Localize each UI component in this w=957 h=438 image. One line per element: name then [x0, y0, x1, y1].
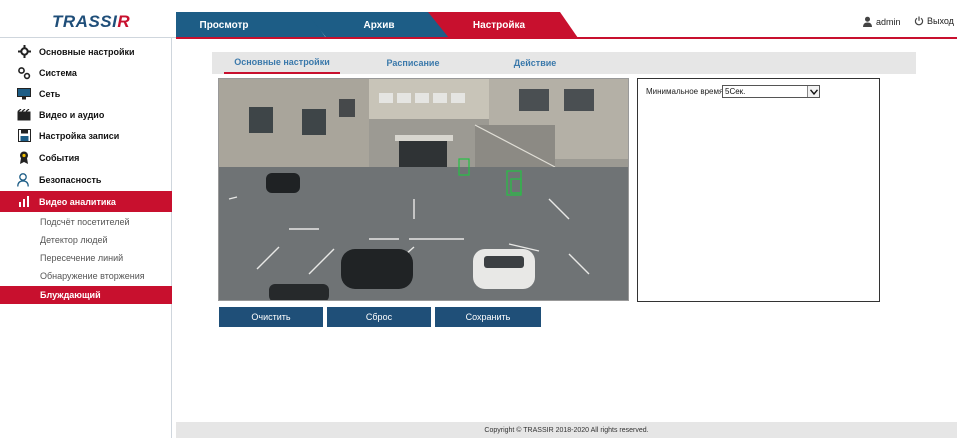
copyright-text: Copyright © TRASSIR 2018-2020 All rights…	[484, 426, 649, 434]
subtab-action[interactable]: Действие	[490, 52, 580, 74]
footer: Copyright © TRASSIR 2018-2020 All rights…	[176, 422, 957, 438]
sidebar-item-label: Настройка записи	[39, 130, 120, 141]
sidebar-item-label: Видео и аудио	[39, 109, 105, 120]
sidebar-item-label: События	[39, 152, 80, 163]
sidebar-subitem-people-detector[interactable]: Детектор людей	[0, 231, 172, 249]
subtabs-bar: Основные настройки Расписание Действие	[212, 52, 916, 74]
subtab-basic-settings[interactable]: Основные настройки	[224, 52, 340, 74]
sidebar-subitem-line-crossing[interactable]: Пересечение линий	[0, 249, 172, 267]
user-menu[interactable]: admin	[862, 16, 901, 27]
app-root: TRASSIR Просмотр Архив Настройка admin В…	[0, 0, 957, 438]
sidebar-item-label: Видео аналитика	[39, 196, 116, 207]
main-content: Основные настройки Расписание Действие М…	[176, 38, 957, 422]
sidebar-subitem-loitering[interactable]: Блуждающий	[0, 286, 172, 304]
sidebar-item-general[interactable]: Основные настройки	[0, 41, 172, 62]
subitem-label: Пересечение линий	[40, 253, 124, 263]
sidebar-item-label: Безопасность	[39, 174, 102, 185]
sidebar-item-video-audio[interactable]: Видео и аудио	[0, 104, 172, 125]
tab-archive[interactable]: Архив	[306, 12, 452, 38]
logout-label: Выход	[927, 16, 954, 26]
logout-button[interactable]: Выход	[914, 16, 954, 26]
events-icon	[17, 151, 31, 165]
network-icon	[17, 87, 31, 101]
min-time-label: Минимальное время	[646, 87, 724, 96]
sidebar-item-label: Система	[39, 67, 77, 78]
video-audio-icon	[17, 108, 31, 122]
gears-icon	[17, 66, 31, 80]
chart-icon	[17, 195, 31, 209]
user-icon	[863, 16, 872, 27]
settings-panel: Минимальное время 5Сек.	[637, 78, 880, 302]
camera-preview[interactable]	[218, 78, 629, 301]
save-icon	[17, 129, 31, 143]
subitem-label: Детектор людей	[40, 235, 108, 245]
save-button[interactable]: Сохранить	[435, 307, 541, 327]
subitem-label: Подсчёт посетителей	[40, 217, 130, 227]
clear-button[interactable]: Очистить	[219, 307, 323, 327]
trassir-logo[interactable]: TRASSIR	[52, 12, 130, 32]
sidebar-item-events[interactable]: События	[0, 147, 172, 168]
power-icon	[914, 16, 924, 26]
user-shield-icon	[17, 172, 31, 187]
sidebar: Основные настройки Система Сеть Видео и …	[0, 38, 172, 438]
tab-view[interactable]: Просмотр	[176, 12, 326, 38]
sidebar-item-security[interactable]: Безопасность	[0, 169, 172, 190]
sidebar-item-label: Сеть	[39, 88, 61, 99]
sidebar-item-network[interactable]: Сеть	[0, 83, 172, 104]
username-label: admin	[876, 16, 901, 27]
tab-settings[interactable]: Настройка	[428, 12, 578, 38]
reset-button[interactable]: Сброс	[327, 307, 431, 327]
top-header: TRASSIR Просмотр Архив Настройка admin В…	[0, 0, 957, 38]
sidebar-item-recording[interactable]: Настройка записи	[0, 125, 172, 146]
min-time-select[interactable]: 5Сек.	[722, 85, 820, 98]
subtab-schedule[interactable]: Расписание	[368, 52, 458, 74]
sidebar-item-system[interactable]: Система	[0, 62, 172, 83]
sidebar-subitem-intrusion[interactable]: Обнаружение вторжения	[0, 267, 172, 285]
sidebar-item-video-analytics[interactable]: Видео аналитика	[0, 191, 172, 212]
sidebar-subitem-visitor-count[interactable]: Подсчёт посетителей	[0, 213, 172, 231]
min-time-value: 5Сек.	[725, 87, 746, 96]
gear-icon	[17, 45, 31, 59]
subitem-label: Обнаружение вторжения	[40, 271, 145, 281]
camera-scene	[219, 79, 628, 300]
sidebar-item-label: Основные настройки	[39, 46, 135, 57]
chevron-down-icon	[807, 86, 819, 97]
subitem-label: Блуждающий	[40, 290, 101, 300]
